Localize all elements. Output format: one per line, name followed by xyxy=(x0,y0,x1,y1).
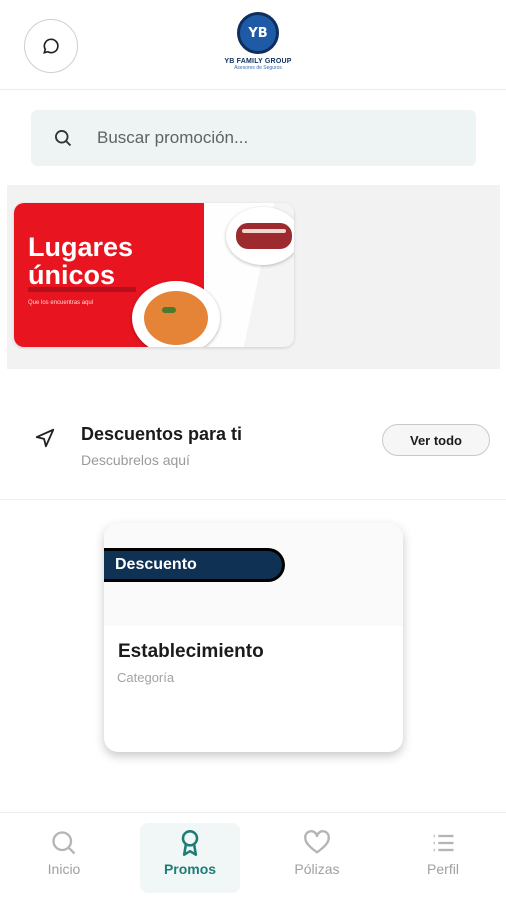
tab-polizas[interactable]: Pólizas xyxy=(267,823,367,893)
navigation-arrow-icon xyxy=(35,428,55,448)
enchiladas-plate-image xyxy=(226,207,294,265)
app-header: YB YB FAMILY GROUP Asesores de Seguros xyxy=(0,0,506,90)
pasta-plate-image xyxy=(132,281,220,347)
list-icon xyxy=(433,834,454,852)
chat-bubble-icon xyxy=(43,38,59,54)
tab-inicio[interactable]: Inicio xyxy=(14,823,114,893)
card-title: Establecimiento xyxy=(118,641,264,662)
tab-promos[interactable]: Promos xyxy=(140,823,240,893)
banner-underline xyxy=(28,287,136,292)
tab-label: Inicio xyxy=(47,861,81,877)
banner-subtitle: Que los encuentras aquí xyxy=(28,300,94,306)
heart-icon xyxy=(304,830,330,854)
discount-badge: Descuento xyxy=(104,548,285,582)
promo-carousel[interactable]: Lugares únicos Que los encuentras aquí xyxy=(7,185,500,369)
promo-banner[interactable]: Lugares únicos Que los encuentras aquí xyxy=(14,203,294,347)
tab-label: Promos xyxy=(163,861,217,877)
discount-badge-label: Descuento xyxy=(115,556,197,573)
search-input[interactable] xyxy=(97,128,437,148)
logo-mark: YB xyxy=(237,12,279,54)
tab-label: Pólizas xyxy=(294,861,340,877)
card-category: Categoría xyxy=(117,670,175,685)
tab-perfil[interactable]: Perfil xyxy=(393,823,493,893)
search-icon xyxy=(52,831,76,855)
award-icon xyxy=(181,830,199,856)
chat-button[interactable] xyxy=(24,19,78,73)
see-all-button[interactable]: Ver todo xyxy=(382,424,490,456)
tab-label: Perfil xyxy=(427,861,459,877)
banner-title: Lugares únicos xyxy=(28,233,133,289)
banner-title-line1: Lugares xyxy=(28,232,134,262)
search-bar[interactable] xyxy=(31,110,476,166)
brand-logo: YB YB FAMILY GROUP Asesores de Seguros xyxy=(220,12,296,78)
bottom-navigation: Inicio Promos Pólizas Perfil xyxy=(0,812,506,900)
banner-title-line2: únicos xyxy=(28,260,116,290)
logo-name: YB FAMILY GROUP xyxy=(224,58,292,65)
logo-initials: YB xyxy=(248,25,268,41)
discount-card[interactable]: Descuento Establecimiento Categoría xyxy=(104,523,403,752)
section-title: Descuentos para ti xyxy=(81,424,243,444)
discounts-section-header: Descuentos para ti Descubrelos aquí Ver … xyxy=(0,400,506,500)
section-subtitle: Descubrelos aquí xyxy=(81,452,190,468)
logo-subtitle: Asesores de Seguros xyxy=(234,65,282,71)
search-icon xyxy=(53,127,75,149)
